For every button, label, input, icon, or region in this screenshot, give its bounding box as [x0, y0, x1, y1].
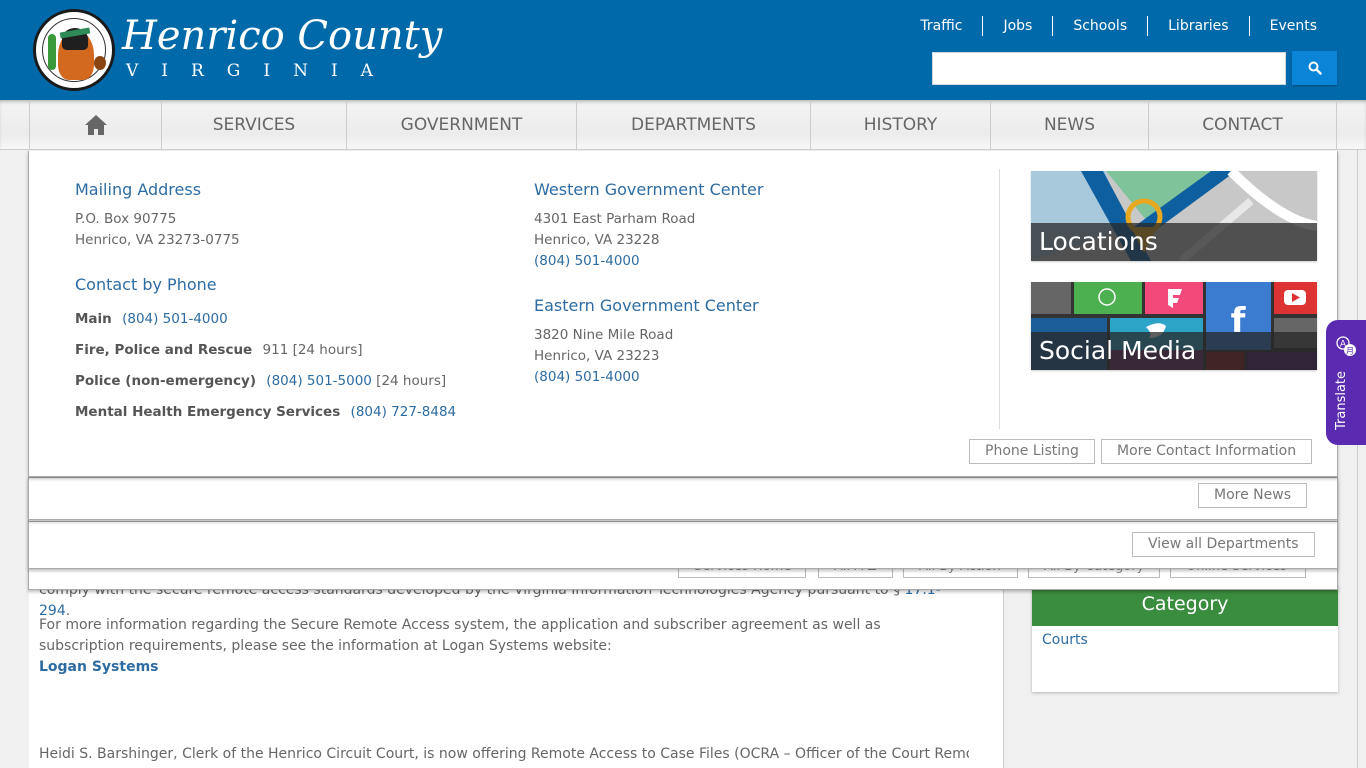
nav-services[interactable]: SERVICES [162, 100, 347, 150]
police-phone-link[interactable]: (804) 501-5000 [266, 373, 372, 389]
eastern-center-heading: Eastern Government Center [534, 296, 759, 315]
western-center-heading: Western Government Center [534, 180, 764, 199]
link-events[interactable]: Events [1248, 16, 1337, 36]
category-card: Category Courts [1032, 585, 1338, 692]
seal-leaf [94, 56, 106, 70]
phone-row-fire-police-rescue: Fire, Police and Rescue 911 [24 hours] [75, 342, 363, 358]
main-phone-link[interactable]: (804) 501-4000 [122, 311, 228, 327]
departments-menu-panel: View all Departments [28, 521, 1338, 569]
phone-row-main: Main (804) 501-4000 [75, 311, 228, 327]
link-traffic[interactable]: Traffic [900, 16, 982, 36]
nav-contact[interactable]: CONTACT [1149, 100, 1337, 150]
phone-row-mental-health: Mental Health Emergency Services (804) 7… [75, 404, 457, 420]
mailing-address-heading: Mailing Address [75, 180, 202, 199]
western-government-center-section: Western Government Center 4301 East Parh… [534, 180, 934, 272]
seal-plant [48, 34, 56, 70]
mental-health-phone-link[interactable]: (804) 727-8484 [351, 404, 457, 420]
main-nav: SERVICES GOVERNMENT DEPARTMENTS HISTORY … [0, 100, 1366, 150]
home-icon [84, 115, 107, 135]
eastern-government-center-section: Eastern Government Center 3820 Nine Mile… [534, 296, 934, 388]
nav-home[interactable] [30, 100, 162, 150]
mailing-line-1: P.O. Box 90775 [75, 211, 177, 227]
more-contact-information-button[interactable]: More Contact Information [1101, 439, 1313, 464]
info-paragraph: For more information regarding the Secur… [39, 617, 881, 654]
utility-links: Traffic Jobs Schools Libraries Events [900, 15, 1337, 37]
nav-government[interactable]: GOVERNMENT [347, 100, 577, 150]
contact-by-phone-section: Contact by Phone Main (804) 501-4000 Fir… [75, 275, 515, 433]
search-button[interactable] [1292, 51, 1337, 85]
logo-title[interactable]: Henrico County [122, 14, 442, 58]
mailing-address-section: Mailing Address P.O. Box 90775 Henrico, … [75, 180, 495, 251]
search-input[interactable] [932, 52, 1286, 85]
contact-menu-panel: Mailing Address P.O. Box 90775 Henrico, … [28, 151, 1338, 477]
link-jobs[interactable]: Jobs [982, 16, 1052, 36]
social-media-tile-label: Social Media [1031, 332, 1317, 370]
social-media-tile[interactable]: f Social Media [1031, 282, 1317, 370]
mailing-line-2: Henrico, VA 23273-0775 [75, 232, 240, 248]
logan-systems-link[interactable]: Logan Systems [39, 659, 159, 675]
category-heading: Category [1032, 585, 1338, 626]
logo-subtitle: VIRGINIA [126, 61, 396, 81]
translate-icon: A 月 [1336, 336, 1356, 356]
nav-history[interactable]: HISTORY [811, 100, 991, 150]
phone-row-police-non-emergency: Police (non-emergency) (804) 501-5000 [2… [75, 373, 447, 389]
main-content: comply with the secure remote access sta… [29, 560, 1004, 768]
translate-label: Translate [1334, 370, 1349, 430]
svg-text:月: 月 [1346, 347, 1354, 356]
link-schools[interactable]: Schools [1052, 16, 1147, 36]
locations-tile[interactable]: Locations [1031, 171, 1317, 261]
category-item-courts[interactable]: Courts [1032, 626, 1338, 654]
phone-listing-button[interactable]: Phone Listing [969, 439, 1095, 464]
page-edge [1357, 150, 1358, 768]
western-center-phone-link[interactable]: (804) 501-4000 [534, 253, 640, 269]
remote-access-paragraph: Heidi S. Barshinger, Clerk of the Henric… [39, 746, 969, 762]
column-divider [999, 169, 1000, 429]
nav-news[interactable]: NEWS [991, 100, 1149, 150]
link-libraries[interactable]: Libraries [1147, 16, 1248, 36]
locations-tile-label: Locations [1031, 223, 1317, 261]
nav-departments[interactable]: DEPARTMENTS [577, 100, 811, 150]
eastern-center-phone-link[interactable]: (804) 501-4000 [534, 369, 640, 385]
translate-tab[interactable]: A 月 Translate [1326, 320, 1366, 445]
contact-by-phone-heading: Contact by Phone [75, 275, 217, 294]
search-icon [1308, 61, 1322, 75]
more-news-button[interactable]: More News [1198, 483, 1307, 508]
site-header: Henrico County VIRGINIA Traffic Jobs Sch… [0, 0, 1366, 100]
county-seal-logo[interactable] [33, 9, 115, 91]
news-menu-panel: More News [28, 477, 1338, 520]
view-all-departments-button[interactable]: View all Departments [1132, 532, 1315, 557]
